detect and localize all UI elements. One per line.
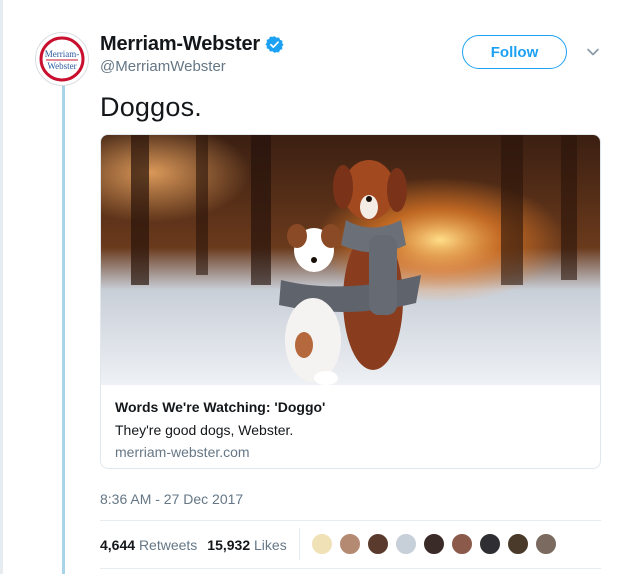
thread-line bbox=[62, 82, 65, 574]
liker-avatar-3-icon[interactable] bbox=[367, 533, 389, 555]
divider bbox=[100, 520, 601, 521]
chevron-down-icon[interactable] bbox=[586, 45, 600, 59]
liker-avatar-8-icon[interactable] bbox=[507, 533, 529, 555]
liker-avatar-7-icon[interactable] bbox=[479, 533, 501, 555]
liker-avatar-6-icon[interactable] bbox=[451, 533, 473, 555]
card-domain[interactable]: merriam-webster.com bbox=[115, 444, 250, 460]
liker-avatar-9-icon[interactable] bbox=[535, 533, 557, 555]
divider bbox=[100, 568, 601, 569]
verified-badge-icon bbox=[265, 35, 284, 54]
logo-text-line1: Merriam- bbox=[45, 49, 79, 59]
retweets-stat[interactable]: 4,644 Retweets bbox=[100, 537, 197, 553]
liker-avatars bbox=[311, 533, 563, 555]
retweets-label: Retweets bbox=[138, 537, 198, 553]
author-name-row[interactable]: Merriam-Webster bbox=[100, 33, 284, 56]
merriam-webster-logo-icon: Merriam- Webster bbox=[37, 34, 87, 84]
logo-text-line2: Webster bbox=[47, 61, 76, 71]
card-title[interactable]: Words We're Watching: 'Doggo' bbox=[115, 399, 325, 415]
dogs-in-scarf-photo bbox=[101, 135, 600, 385]
avatar[interactable]: Merriam- Webster bbox=[35, 32, 89, 86]
liker-avatar-1-icon[interactable] bbox=[311, 533, 333, 555]
tweet-stats: 4,644 Retweets 15,932 Likes bbox=[100, 537, 287, 553]
author-handle[interactable]: @MerriamWebster bbox=[100, 58, 226, 75]
card-image[interactable] bbox=[101, 135, 600, 385]
likes-count: 15,932 bbox=[207, 537, 251, 553]
liker-avatar-2-icon[interactable] bbox=[339, 533, 361, 555]
likes-label: Likes bbox=[254, 537, 287, 553]
likes-stat[interactable]: 15,932 Likes bbox=[207, 537, 286, 553]
stats-separator bbox=[299, 528, 300, 560]
link-card[interactable]: Words We're Watching: 'Doggo' They're go… bbox=[100, 134, 601, 469]
tweet-text: Doggos. bbox=[100, 92, 202, 122]
card-description: They're good dogs, Webster. bbox=[115, 422, 294, 438]
retweets-count: 4,644 bbox=[100, 537, 136, 553]
author-display-name[interactable]: Merriam-Webster bbox=[100, 33, 260, 56]
follow-button[interactable]: Follow bbox=[462, 35, 567, 69]
tweet-timestamp[interactable]: 8:36 AM - 27 Dec 2017 bbox=[100, 491, 243, 507]
liker-avatar-4-icon[interactable] bbox=[395, 533, 417, 555]
window-left-edge bbox=[0, 0, 3, 574]
liker-avatar-5-icon[interactable] bbox=[423, 533, 445, 555]
